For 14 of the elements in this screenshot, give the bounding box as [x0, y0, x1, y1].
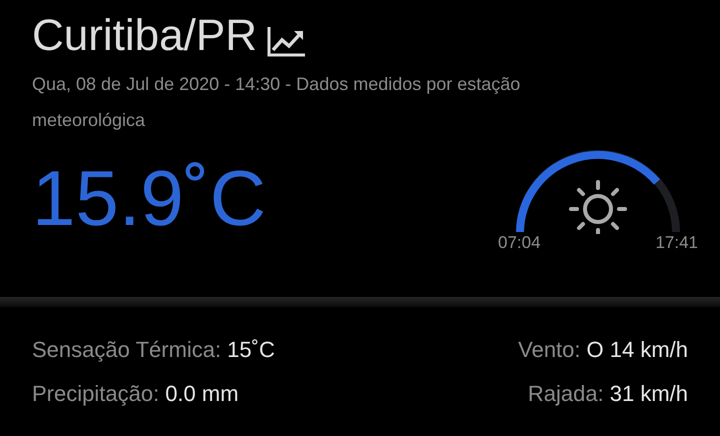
detail-value: 0.0 mm	[165, 380, 239, 408]
sunrise-time: 07:04	[498, 232, 541, 254]
sunset-time: 17:41	[655, 232, 698, 254]
detail-value: O 14 km/h	[586, 336, 688, 364]
detail-value: 31 km/h	[610, 380, 688, 408]
detail-value: 15˚C	[227, 336, 275, 364]
station-info: Qua, 08 de Jul de 2020 - 14:30 - Dados medidos por estação meteorológica	[32, 73, 522, 132]
detail-label: Rajada:	[528, 380, 604, 408]
temperature: 15.9˚C	[32, 153, 266, 244]
detail-label: Sensação Térmica:	[32, 336, 222, 364]
detail-label: Precipitação:	[32, 380, 160, 408]
trend-chart-icon[interactable]	[266, 25, 307, 57]
detail-label: Vento:	[518, 336, 581, 364]
city-title: Curitiba/PR	[32, 10, 257, 62]
